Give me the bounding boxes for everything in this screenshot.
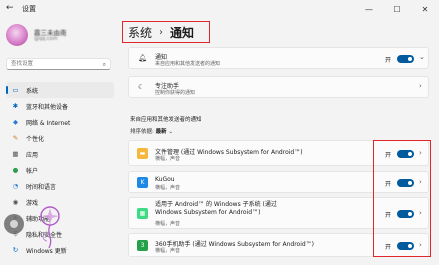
breadcrumb-separator: › [159,26,164,38]
app-subtitle: 横幅，声音 [155,156,181,162]
sidebar-item[interactable]: ▦ 应用 [6,146,114,162]
app-subtitle: 横幅，声音 [155,185,181,191]
profile[interactable]: 霞三未由南 @qq.com [6,22,118,62]
sort-dropdown[interactable]: 排序依据: 最新 ⌄ [130,127,173,135]
sidebar-item[interactable]: ● 帐户 [6,162,114,178]
sort-value: 最新 [155,129,167,135]
search-placeholder: 查找设置 [11,61,34,67]
search-icon: ⌕ [102,61,106,68]
moon-icon: ☾ [138,83,145,91]
back-arrow-icon[interactable]: ← [6,3,14,13]
gamepad-icon: ◉ [12,198,19,206]
maximize-button[interactable]: ☐ [383,0,411,18]
avatar [6,24,28,46]
sidebar-item-label: 系统 [26,87,39,95]
close-button[interactable]: ✕ [411,0,439,18]
section-label: 来自应用和其他发送者的通知 [130,117,202,123]
app-title: 适用于 Android™ 的 Windows 子系统 (通过 Windows S… [155,201,277,216]
flower-charm-icon [40,206,60,249]
sort-label: 排序依据: [130,129,154,135]
search-input[interactable]: 查找设置 ⌕ [6,58,111,70]
bluetooth-icon: ✱ [12,102,19,110]
window-title: 设置 [22,5,36,13]
monitor-icon: ▭ [12,86,19,94]
app-subtitle: 横幅，声音 [155,221,181,227]
sidebar-item[interactable]: ◔ 时间和语言 [6,178,114,194]
update-icon: ↻ [12,246,19,254]
focus-assist-card[interactable]: ☾ 专注助手 控制你获得的通知 › [128,76,429,98]
wifi-icon: ◆ [13,118,18,126]
sidebar-item[interactable]: ✱ 蓝牙和其他设备 [6,98,114,114]
floating-ball-icon[interactable] [4,214,24,234]
title-bar: ← 设置 — ☐ ✕ [0,0,439,18]
brush-icon: ✎ [12,134,19,142]
sidebar-item[interactable]: ◆ 网络 & Internet [6,114,114,130]
breadcrumb-parent[interactable]: 系统 [128,24,152,41]
sidebar-item-label: 帐户 [26,167,39,175]
profile-email: @qq.com [34,36,58,42]
page-title: 通知 [170,25,195,40]
globe-icon: ◔ [12,182,19,190]
app-subtitle: 横幅，声音 [155,248,181,254]
toggle-highlight [373,140,431,257]
android-subsystem-icon: ▦ [137,208,148,219]
sidebar-item-label: 网络 & Internet [26,119,71,127]
sidebar-item-label: 个性化 [26,135,45,143]
chevron-down-icon[interactable]: ⌄ [419,53,425,61]
sidebar-item[interactable]: ▭ 系统 [6,82,114,98]
notifications-subtitle: 来自应用和其他发送者的通知 [155,61,221,67]
sidebar-item[interactable]: ✎ 个性化 [6,130,114,146]
focus-subtitle: 控制你获得的通知 [155,90,196,96]
minimize-button[interactable]: — [355,0,383,18]
notifications-state: 开 [385,57,392,64]
app-title: KuGou [155,176,175,183]
person-icon: ● [12,166,19,174]
chevron-right-icon[interactable]: › [419,82,422,90]
chevron-down-icon: ⌄ [168,129,173,135]
360-icon: 3 [137,240,148,251]
apps-icon: ▦ [12,150,19,158]
folder-icon: ▬ [137,148,148,159]
sidebar-item-label: 时间和语言 [26,183,57,191]
sidebar-item-label: 应用 [26,151,39,159]
notifications-toggle[interactable] [397,55,414,63]
window-controls: — ☐ ✕ [355,0,439,18]
notifications-card[interactable]: 🔔︎ 通知 来自应用和其他发送者的通知 开 ⌄ [128,47,429,69]
kugou-icon: K [137,177,148,188]
sidebar-item-label: 蓝牙和其他设备 [26,103,69,111]
breadcrumb: 系统 › 通知 [128,22,194,42]
bell-icon: 🔔︎ [138,54,147,62]
